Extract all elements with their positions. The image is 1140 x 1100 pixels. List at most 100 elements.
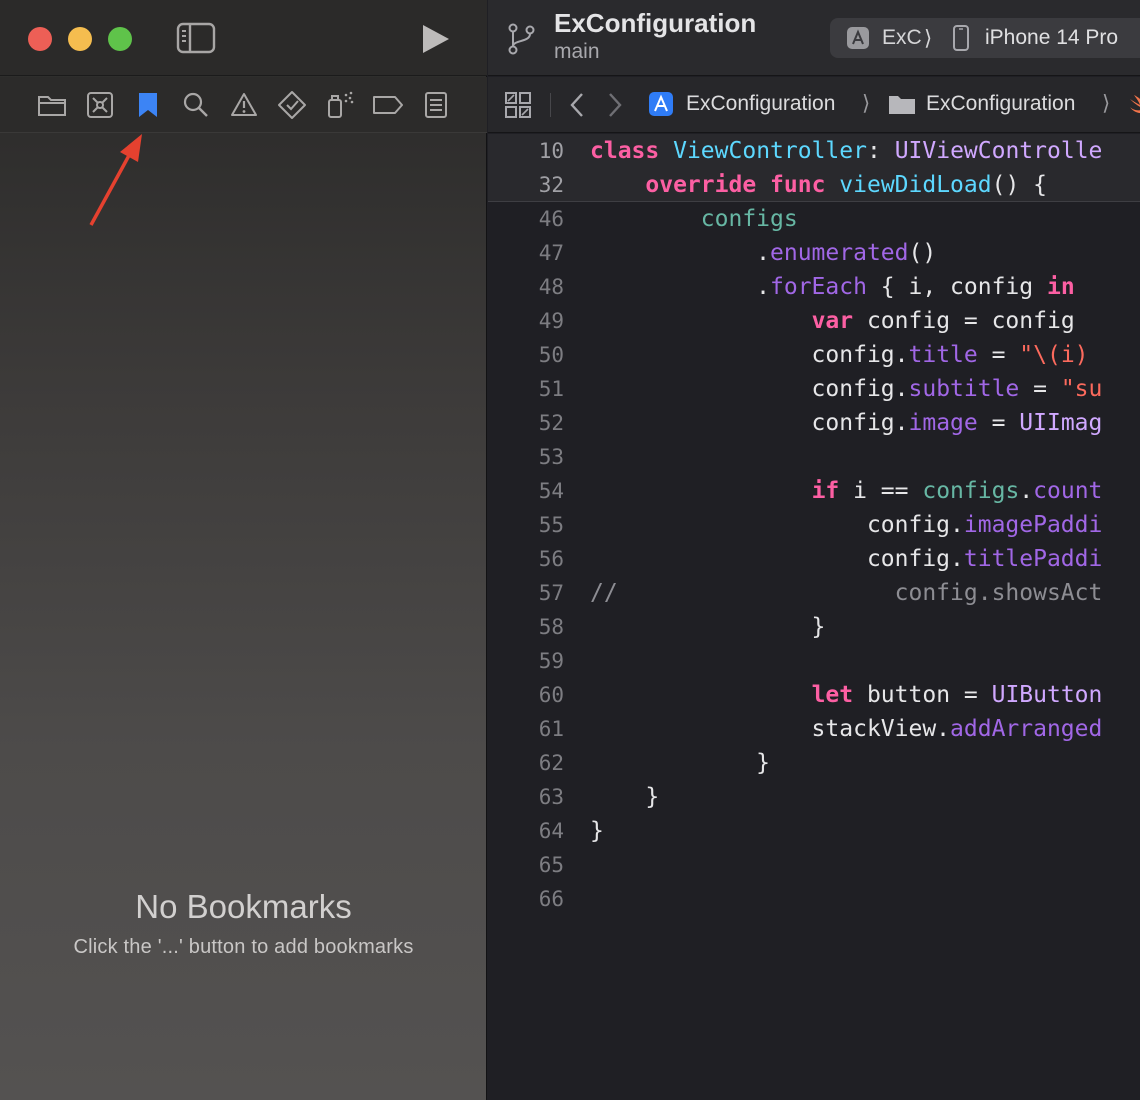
code-line[interactable]: 55 config.imagePaddi — [488, 508, 1140, 542]
code-text[interactable]: config.titlePaddi — [590, 542, 1102, 576]
code-line[interactable]: 47 .enumerated() — [488, 236, 1140, 270]
project-navigator-tab[interactable] — [36, 89, 68, 121]
run-play-icon[interactable] — [418, 22, 452, 56]
code-text[interactable]: // config.showsAct — [590, 576, 1102, 610]
code-text[interactable]: config.title = "\(i) — [590, 338, 1089, 372]
code-line[interactable]: 57 // config.showsAct — [488, 576, 1140, 610]
code-line[interactable]: 66 — [488, 882, 1140, 916]
code-token: UIButton — [991, 682, 1103, 708]
line-number[interactable]: 56 — [488, 542, 564, 576]
line-number[interactable]: 59 — [488, 644, 564, 678]
code-text[interactable]: } — [590, 610, 826, 644]
breakpoint-navigator-tab[interactable] — [370, 89, 406, 121]
line-number[interactable]: 48 — [488, 270, 564, 304]
code-line[interactable]: 48 .forEach { i, config in — [488, 270, 1140, 304]
code-line[interactable]: 64} — [488, 814, 1140, 848]
code-text[interactable]: let button = UIButton — [590, 678, 1103, 712]
report-list-icon — [425, 92, 447, 118]
code-text[interactable]: config.subtitle = "su — [590, 372, 1103, 406]
code-text[interactable]: class ViewController: UIViewControlle — [590, 134, 1102, 168]
chevron-left-icon[interactable] — [566, 91, 588, 119]
line-number[interactable]: 46 — [488, 202, 564, 236]
line-number[interactable]: 55 — [488, 508, 564, 542]
test-navigator-tab[interactable] — [276, 89, 308, 121]
code-line[interactable]: 59 — [488, 644, 1140, 678]
code-line[interactable]: 65 — [488, 848, 1140, 882]
code-text[interactable]: .forEach { i, config in — [590, 270, 1075, 304]
issue-navigator-tab[interactable] — [228, 89, 260, 121]
code-text[interactable]: } — [590, 780, 659, 814]
breadcrumb-group[interactable]: ExConfiguration — [926, 92, 1075, 116]
close-window-button[interactable] — [28, 27, 52, 51]
branch-icon[interactable] — [506, 22, 538, 56]
code-text[interactable]: override func viewDidLoad() { — [590, 168, 1047, 202]
line-number[interactable]: 62 — [488, 746, 564, 780]
report-navigator-tab[interactable] — [420, 89, 452, 121]
line-number[interactable]: 53 — [488, 440, 564, 474]
line-number[interactable]: 58 — [488, 610, 564, 644]
code-line[interactable]: 56 config.titlePaddi — [488, 542, 1140, 576]
line-number[interactable]: 47 — [488, 236, 564, 270]
code-line[interactable]: 54 if i == configs.count — [488, 474, 1140, 508]
code-text[interactable]: var config = config — [590, 304, 1075, 338]
code-line[interactable]: 62 } — [488, 746, 1140, 780]
editor-pane: ExConfiguration main ExC ⟩ iPhone 14 Pro — [488, 0, 1140, 1100]
zoom-window-button[interactable] — [108, 27, 132, 51]
breadcrumb-project[interactable]: ExConfiguration — [686, 92, 835, 116]
minimize-window-button[interactable] — [68, 27, 92, 51]
line-number[interactable]: 61 — [488, 712, 564, 746]
empty-state-title: No Bookmarks — [135, 888, 352, 925]
code-line[interactable]: 51 config.subtitle = "su — [488, 372, 1140, 406]
code-line[interactable]: 63 } — [488, 780, 1140, 814]
code-text[interactable]: config.image = UIImag — [590, 406, 1103, 440]
line-number[interactable]: 49 — [488, 304, 564, 338]
code-text[interactable]: stackView.addArranged — [590, 712, 1103, 746]
code-text[interactable]: configs — [590, 202, 798, 236]
code-line[interactable]: 46 configs — [488, 202, 1140, 236]
line-number[interactable]: 66 — [488, 882, 564, 916]
code-text[interactable]: config.imagePaddi — [590, 508, 1102, 542]
sticky-scope-line[interactable]: 32 override func viewDidLoad() { — [488, 168, 1140, 202]
line-number[interactable]: 10 — [488, 134, 564, 168]
line-number[interactable]: 52 — [488, 406, 564, 440]
line-number[interactable]: 50 — [488, 338, 564, 372]
code-line[interactable]: 58 } — [488, 610, 1140, 644]
code-text[interactable]: if i == configs.count — [590, 474, 1103, 508]
source-control-navigator-tab[interactable] — [84, 89, 116, 121]
code-line[interactable]: 50 config.title = "\(i) — [488, 338, 1140, 372]
navigator-tab-bar — [0, 77, 487, 133]
chevron-right-icon[interactable] — [604, 91, 626, 119]
code-token: () { — [991, 172, 1047, 198]
scheme-selector[interactable]: ExC ⟩ iPhone 14 Pro — [830, 18, 1140, 58]
code-line[interactable]: 60 let button = UIButton — [488, 678, 1140, 712]
line-number[interactable]: 51 — [488, 372, 564, 406]
line-number[interactable]: 57 — [488, 576, 564, 610]
code-token: configs — [922, 478, 1020, 504]
related-items-grid-icon[interactable] — [504, 91, 532, 119]
debug-navigator-tab[interactable] — [324, 89, 356, 121]
jump-bar: ExConfiguration ⟩ ExConfiguration ⟩ — [488, 77, 1140, 133]
line-number[interactable]: 32 — [488, 168, 564, 202]
sticky-scope-line[interactable]: 10 class ViewController: UIViewControlle — [488, 134, 1140, 168]
code-line[interactable]: 52 config.image = UIImag — [488, 406, 1140, 440]
code-text[interactable]: } — [590, 746, 770, 780]
code-line[interactable]: 61 stackView.addArranged — [488, 712, 1140, 746]
line-number[interactable]: 60 — [488, 678, 564, 712]
line-number[interactable]: 64 — [488, 814, 564, 848]
line-number[interactable]: 63 — [488, 780, 564, 814]
toolbar: ExConfiguration main ExC ⟩ iPhone 14 Pro — [488, 0, 1140, 76]
code-text[interactable]: } — [590, 814, 604, 848]
run-destination[interactable]: iPhone 14 Pro — [985, 26, 1118, 50]
scheme-name[interactable]: ExC — [882, 26, 922, 50]
bookmark-navigator-tab[interactable] — [132, 89, 164, 121]
find-navigator-tab[interactable] — [180, 89, 212, 121]
line-number[interactable]: 54 — [488, 474, 564, 508]
code-line[interactable]: 53 — [488, 440, 1140, 474]
code-text[interactable]: .enumerated() — [590, 236, 936, 270]
sidebar-toggle-icon[interactable] — [176, 21, 216, 55]
source-editor[interactable]: 10 class ViewController: UIViewControlle 3… — [488, 134, 1140, 1100]
code-token: count — [1033, 478, 1103, 504]
line-number[interactable]: 65 — [488, 848, 564, 882]
code-line[interactable]: 49 var config = config — [488, 304, 1140, 338]
